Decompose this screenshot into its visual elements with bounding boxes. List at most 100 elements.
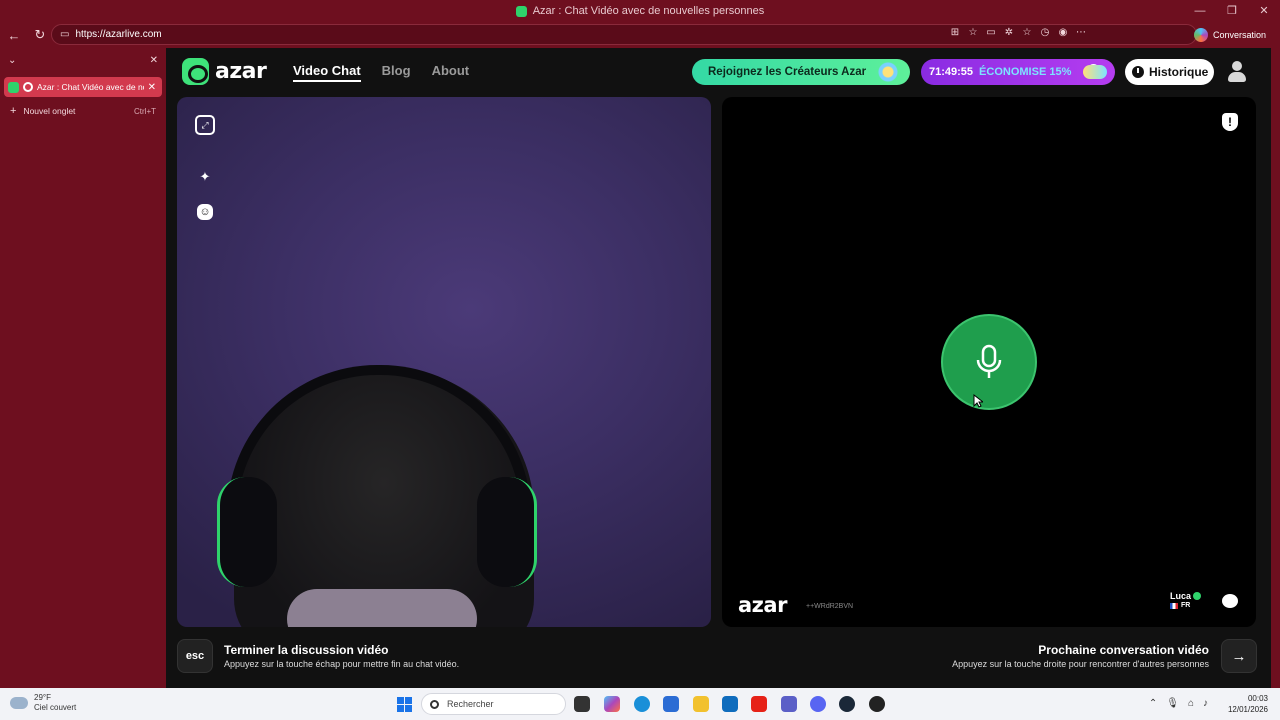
system-tray: ⌃ 🎙 ⌂ ♪ (1140, 698, 1208, 709)
tabs-panel-header: ⌄ ✕ (0, 48, 166, 72)
plus-icon: + (10, 105, 17, 117)
france-flag-icon (1170, 602, 1178, 609)
next-chat-description: Appuyez sur la touche droite pour rencon… (952, 659, 1209, 669)
weather-description: Ciel couvert (34, 703, 77, 712)
search-icon (430, 699, 439, 709)
report-shield-icon[interactable]: ! (1222, 113, 1238, 131)
new-tab-button[interactable]: + Nouvel onglet Ctrl+T (4, 103, 162, 119)
tab-azar[interactable]: Azar : Chat Vidéo avec de nouvelles pers… (4, 77, 162, 97)
weather-widget[interactable]: 29°F Ciel couvert (10, 693, 76, 713)
next-chat-arrow-button[interactable]: → (1221, 639, 1257, 673)
promo-timer: 71:49:55 (929, 66, 974, 78)
new-tab-shortcut: Ctrl+T (134, 106, 156, 116)
youtube-icon[interactable] (751, 696, 767, 712)
vertical-tabs-panel: ⌄ ✕ Azar : Chat Vidéo avec de nouvelles … (0, 48, 166, 688)
azar-logo[interactable]: azar (182, 58, 267, 85)
close-tab-icon[interactable]: ✕ (148, 82, 156, 93)
task-view-icon[interactable] (574, 696, 590, 712)
page-scrollbar[interactable] (1271, 48, 1280, 688)
nav-video-chat[interactable]: Video Chat (293, 63, 361, 82)
copilot-label: Conversation (1212, 30, 1266, 40)
new-tab-label: Nouvel onglet (23, 106, 76, 116)
volume-icon[interactable]: ♪ (1203, 698, 1208, 709)
close-window-icon[interactable]: ✕ (1248, 0, 1280, 22)
azar-logo-text: azar (215, 59, 267, 84)
edge-browser-icon[interactable] (634, 696, 650, 712)
app-available-icon[interactable]: ⊞ (946, 27, 964, 38)
file-explorer-icon[interactable] (693, 696, 709, 712)
taskbar-search-box[interactable]: Rechercher (421, 693, 566, 715)
azar-tab-favicon-icon (8, 81, 19, 93)
favorites-icon[interactable]: ☆ (1018, 27, 1036, 38)
history-icon[interactable]: ◷ (1036, 27, 1054, 38)
remote-user-country: FR (1170, 602, 1190, 609)
refresh-icon[interactable]: ↻ (28, 23, 52, 47)
tray-chevron-icon[interactable]: ⌃ (1149, 698, 1157, 709)
copilot-icon (1193, 28, 1208, 42)
teams-icon[interactable] (781, 696, 797, 712)
user-avatar-icon[interactable] (1227, 61, 1247, 83)
windows-start-icon[interactable] (397, 697, 412, 712)
headset-left-ear-image (217, 477, 277, 587)
window-title-bar: Azar : Chat Vidéo avec de nouvelles pers… (0, 0, 1280, 22)
promo-decoration-icon (1083, 65, 1107, 79)
browser-toolbar: ← ↻ ▭ https://azarlive.com ⊞ ☆ ▭ ✲ ☆ ◷ ◉… (0, 22, 1280, 48)
restore-icon[interactable]: ❐ (1216, 0, 1248, 22)
extensions-icon[interactable]: ✲ (1000, 27, 1018, 38)
favorite-star-icon[interactable]: ☆ (964, 27, 982, 38)
network-icon[interactable]: ⌂ (1188, 698, 1194, 709)
tab-actions-chevron-icon[interactable]: ⌄ (8, 55, 16, 66)
steam-icon[interactable] (839, 696, 855, 712)
minimize-icon[interactable]: — (1184, 0, 1216, 22)
more-menu-icon[interactable]: ⋯ (1072, 27, 1090, 38)
profile-extension-icon[interactable]: ◉ (1054, 27, 1072, 38)
camera-in-use-icon[interactable]: ▭ (982, 27, 1000, 38)
microphone-icon (976, 344, 1002, 378)
tray-microphone-icon[interactable]: 🎙 (1166, 698, 1179, 709)
back-arrow-icon[interactable]: ← (2, 23, 26, 47)
user-face-image (287, 589, 477, 627)
clock-time: 00:03 (1247, 694, 1268, 703)
nav-blog[interactable]: Blog (382, 63, 411, 82)
history-label: Historique (1149, 65, 1209, 79)
promo-discount: ÉCONOMISE 15% (979, 66, 1072, 78)
creators-banner-label: Rejoignez les Créateurs Azar (708, 66, 867, 78)
cloudy-weather-icon (10, 697, 28, 709)
country-code: FR (1181, 602, 1191, 609)
history-button[interactable]: Historique (1125, 59, 1214, 85)
face-filter-icon[interactable]: ☺ (197, 204, 213, 220)
toolbar-icons: ⊞ ☆ ▭ ✲ ☆ ◷ ◉ ⋯ (946, 22, 1090, 43)
microphone-button[interactable] (941, 314, 1037, 410)
discord-icon[interactable] (810, 696, 826, 712)
effects-sparkle-icon[interactable]: ✦ (195, 167, 215, 187)
azar-logo-icon (182, 58, 209, 85)
azar-favicon-icon (515, 5, 527, 17)
window-title: Azar : Chat Vidéo avec de nouvelles pers… (532, 5, 765, 17)
recording-app-icon[interactable] (869, 696, 885, 712)
copilot-app-icon[interactable] (604, 696, 620, 712)
taskbar-clock[interactable]: 00:03 12/01/2026 (1228, 693, 1268, 715)
creators-banner-button[interactable]: Rejoignez les Créateurs Azar (692, 59, 910, 85)
mouse-cursor-icon (973, 394, 983, 408)
creators-decoration-icon (876, 61, 906, 83)
chat-bubble-icon[interactable] (1222, 594, 1238, 608)
end-chat-esc-button[interactable]: esc (177, 639, 213, 673)
microsoft-store-icon[interactable] (663, 696, 679, 712)
promo-banner-button[interactable]: 71:49:55 ÉCONOMISE 15% (921, 59, 1115, 85)
outlook-icon[interactable] (722, 696, 738, 712)
url-text[interactable]: https://azarlive.com (75, 29, 161, 40)
history-clock-icon (1132, 66, 1144, 78)
azar-header: azar Video Chat Blog About Rejoignez les… (166, 48, 1271, 94)
site-info-icon[interactable]: ▭ (60, 29, 69, 40)
copilot-conversation-button[interactable]: Conversation (1190, 25, 1272, 45)
weather-temperature: 29°F (34, 693, 51, 702)
remote-user-name[interactable]: Luca (1170, 591, 1191, 601)
nav-about[interactable]: About (432, 63, 470, 82)
unpin-panel-icon[interactable]: ✕ (150, 55, 158, 66)
window-controls: — ❐ ✕ (1184, 0, 1280, 22)
end-chat-description: Appuyez sur la touche échap pour mettre … (224, 659, 460, 669)
recording-indicator-icon (23, 82, 33, 92)
local-camera-video: ⤢ ✦ ☺ (177, 97, 711, 627)
expand-video-icon[interactable]: ⤢ (195, 115, 215, 135)
clock-date: 12/01/2026 (1227, 705, 1268, 714)
